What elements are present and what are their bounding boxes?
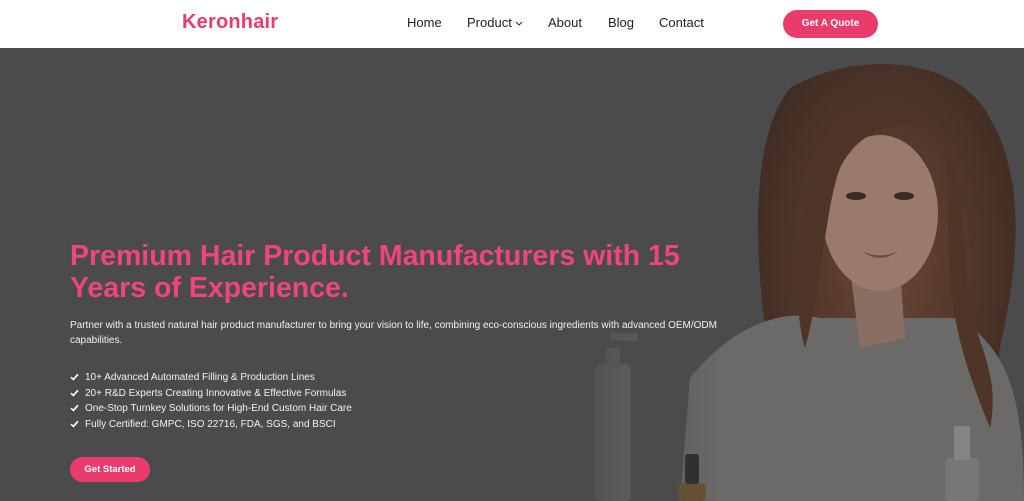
hero-section: Premium Hair Product Manufacturers with … [0,48,1024,501]
feature-item: Fully Certified: GMPC, ISO 22716, FDA, S… [70,417,352,433]
feature-text: 20+ R&D Experts Creating Innovative & Ef… [85,387,347,399]
feature-text: One-Stop Turnkey Solutions for High-End … [85,403,352,414]
nav-about-link[interactable]: About [548,15,582,30]
feature-item: One-Stop Turnkey Solutions for High-End … [70,401,352,417]
check-icon [70,420,79,428]
check-icon [70,373,79,381]
feature-text: Fully Certified: GMPC, ISO 22716, FDA, S… [85,418,336,430]
hero-headline-line-2: Years of Experience. [70,272,349,304]
site-header: Keronhair Home Product About Blog Contac… [0,0,1024,48]
check-icon [70,404,79,412]
nav-blog-link[interactable]: Blog [608,15,634,30]
hero-headline: Premium Hair Product Manufacturers with … [70,240,760,304]
feature-item: 10+ Advanced Automated Filling & Product… [70,370,352,386]
site-logo[interactable]: Keronhair [182,11,278,34]
get-started-button[interactable]: Get Started [70,457,150,482]
get-a-quote-button[interactable]: Get A Quote [783,10,878,38]
feature-text: 10+ Advanced Automated Filling & Product… [85,372,315,383]
nav-home-link[interactable]: Home [407,15,442,30]
nav-product-link[interactable]: Product [467,15,523,30]
chevron-down-icon [515,21,523,26]
feature-item: 20+ R&D Experts Creating Innovative & Ef… [70,386,352,402]
check-icon [70,389,79,397]
hero-intro-text: Partner with a trusted natural hair prod… [70,320,717,346]
hero-headline-line-1: Premium Hair Product Manufacturers with … [70,240,680,272]
nav-product-label: Product [467,15,512,30]
nav-contact-link[interactable]: Contact [659,15,704,30]
hero-feature-list: 10+ Advanced Automated Filling & Product… [70,370,352,432]
